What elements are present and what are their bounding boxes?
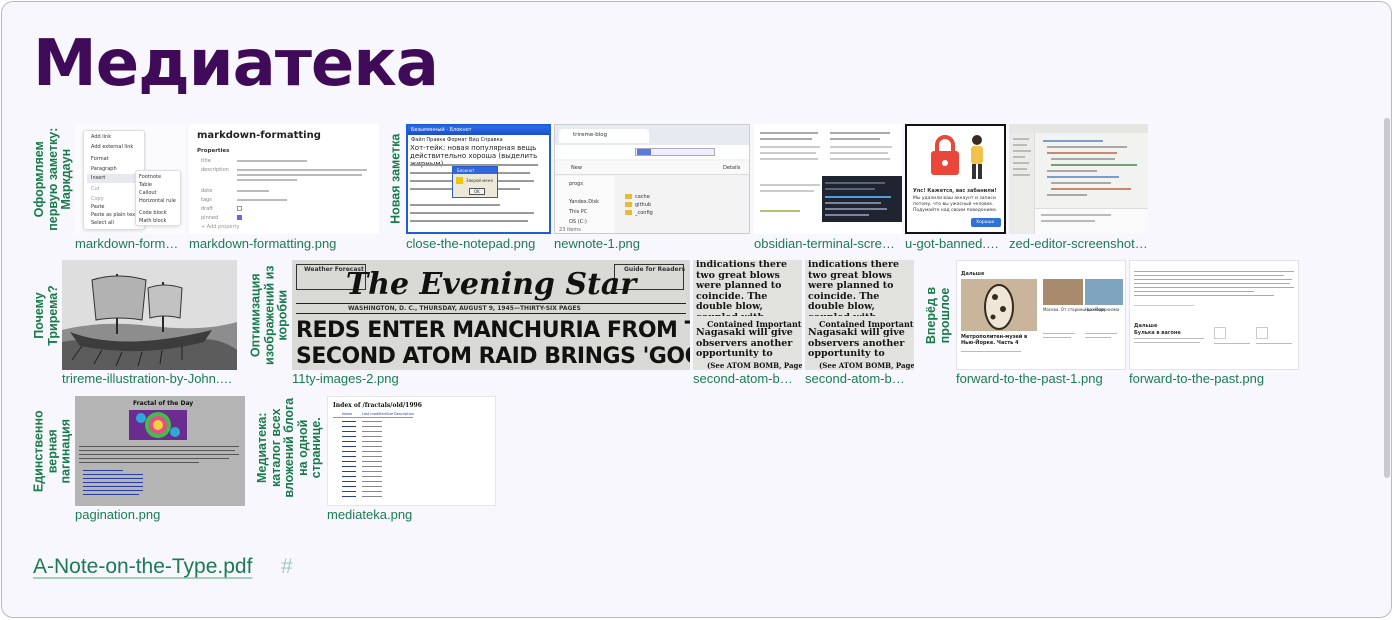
media-library-page: Медиатека Оформляем первую заметку: Марк…: [1, 1, 1392, 618]
group-label-trireme[interactable]: Почему Трирема?: [30, 260, 62, 370]
caption[interactable]: markdown-formatting-1.png: [75, 236, 179, 251]
caption[interactable]: 11ty-images-2.png: [292, 371, 690, 386]
group-label-pagination[interactable]: Единственно верная пагинация: [30, 396, 76, 506]
thumbnail-zed-editor[interactable]: [1009, 124, 1148, 234]
caption[interactable]: obsidian-terminal-screenshot.png: [754, 236, 902, 251]
caption[interactable]: second-atom-bomb.png: [805, 371, 911, 386]
caption[interactable]: zed-editor-screenshot.png: [1009, 236, 1148, 251]
thumbnail-pagination[interactable]: Fractal of the Day: [75, 396, 245, 506]
person-icon: [971, 135, 983, 179]
thumbnail-second-atom-bomb-1[interactable]: indications there two great blows were p…: [693, 260, 802, 370]
trireme-drawing: [62, 260, 237, 370]
thumbnail-obsidian-terminal[interactable]: [754, 124, 902, 234]
thumbnail-markdown-formatting[interactable]: markdown-formatting Properties title des…: [189, 124, 379, 234]
thumbnail-mediateka[interactable]: Index of /fractals/old/1996 Name Last mo…: [327, 396, 496, 506]
thumbnail-11ty-images-2[interactable]: Weather Forecast Guide for Readers The E…: [292, 260, 690, 370]
lock-icon: [931, 135, 959, 175]
caption[interactable]: forward-to-the-past-1.png: [956, 371, 1126, 386]
group-label-markdown[interactable]: Оформляем первую заметку: Маркдаун: [30, 124, 76, 234]
caption[interactable]: trireme-illustration-by-John.png: [62, 371, 237, 386]
page-title: Медиатека: [33, 27, 439, 101]
thumbnail-trireme-illustration[interactable]: [62, 260, 237, 370]
caption[interactable]: forward-to-the-past.png: [1129, 371, 1299, 386]
thumbnail-second-atom-bomb[interactable]: indications there two great blows were p…: [805, 260, 914, 370]
museum-photo: [961, 279, 1037, 331]
caption[interactable]: markdown-formatting.png: [189, 236, 379, 251]
group-label-media-library[interactable]: Медиатека: каталог всех вложений блога н…: [254, 390, 326, 506]
group-label-image-optimization[interactable]: Оптимизация изображений из коробки: [248, 260, 292, 370]
caption[interactable]: second-atom-bomb-1.png: [693, 371, 799, 386]
pdf-link[interactable]: A-Note-on-the-Type.pdf: [33, 555, 252, 579]
thumbnail-forward-to-the-past-1[interactable]: Дальше Москва. От старины до модернизма …: [956, 260, 1126, 370]
thumbnail-u-got-banned[interactable]: Упс! Кажется, вас забанили! Мы удалили в…: [905, 124, 1006, 234]
group-label-new-note[interactable]: Новая заметка: [386, 124, 406, 234]
fractal-image: [129, 410, 187, 440]
scrollbar[interactable]: [1384, 118, 1390, 478]
caption[interactable]: u-got-banned.png: [905, 236, 1006, 251]
caption[interactable]: close-the-notepad.png: [406, 236, 551, 251]
thumbnail-newnote-1[interactable]: trireme-blog New Details progs Yandex.Di…: [554, 124, 750, 234]
caption[interactable]: mediateka.png: [327, 507, 496, 522]
thumbnail-markdown-formatting-1[interactable]: Add link Add external link Format Paragr…: [75, 124, 185, 234]
thumbnail-forward-to-the-past[interactable]: Дальше Булька в вагоне: [1129, 260, 1299, 370]
caption[interactable]: newnote-1.png: [554, 236, 750, 251]
caption[interactable]: pagination.png: [75, 507, 245, 522]
group-label-forward-to-past[interactable]: Вперёд в прошлое: [922, 260, 956, 370]
anchor-hash-link[interactable]: #: [281, 555, 293, 579]
thumbnail-close-the-notepad[interactable]: Безымянный - Блокнот Файл Правка Формат …: [406, 124, 551, 234]
